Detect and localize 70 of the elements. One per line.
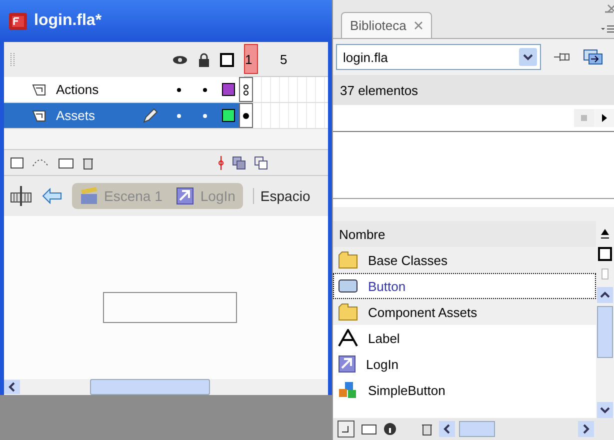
font-icon xyxy=(338,329,358,347)
vertical-scrollbar[interactable] xyxy=(597,287,613,418)
visibility-dot[interactable] xyxy=(177,88,181,92)
scroll-left-icon[interactable] xyxy=(4,380,20,394)
panel-menu-icon[interactable] xyxy=(600,24,614,34)
library-item[interactable]: Label xyxy=(333,325,596,351)
close-icon[interactable] xyxy=(607,4,614,13)
folder-icon xyxy=(338,303,358,321)
eye-icon[interactable] xyxy=(172,54,188,66)
library-item[interactable]: Component Assets xyxy=(333,299,596,325)
frame-number: 5 xyxy=(280,52,288,66)
folder-icon xyxy=(338,251,358,269)
app-logo-icon xyxy=(8,11,28,31)
scroll-thumb[interactable] xyxy=(597,306,613,358)
scroll-right-icon[interactable] xyxy=(578,421,594,437)
keyframe-cell[interactable] xyxy=(239,77,253,102)
back-arrow-icon[interactable] xyxy=(42,188,62,204)
library-dropdown[interactable]: login.fla xyxy=(336,44,541,70)
component-icon xyxy=(338,381,358,399)
library-item[interactable]: SimpleButton xyxy=(333,377,596,403)
horizontal-scrollbar[interactable] xyxy=(439,421,594,437)
layer-icon xyxy=(32,84,46,96)
lock-dot[interactable] xyxy=(203,88,207,92)
new-library-panel-icon[interactable] xyxy=(583,49,603,65)
library-tab[interactable]: Biblioteca xyxy=(341,12,432,38)
wide-view-icon[interactable] xyxy=(598,247,612,261)
scroll-down-icon[interactable] xyxy=(597,402,613,418)
close-icon[interactable] xyxy=(414,21,424,30)
play-icon[interactable] xyxy=(594,109,614,127)
item-count: 37 elementos xyxy=(333,75,614,105)
movie-clip-icon xyxy=(176,187,194,205)
keyframe-cell[interactable] xyxy=(239,103,253,128)
new-layer-icon[interactable] xyxy=(10,156,24,170)
sort-icon[interactable] xyxy=(598,227,612,241)
layer-name: Actions xyxy=(56,82,100,97)
movie-clip-icon xyxy=(338,355,356,373)
button-symbol-icon xyxy=(338,279,358,293)
rectangle-shape[interactable] xyxy=(103,292,237,323)
folder-icon[interactable] xyxy=(58,156,74,168)
horizontal-scrollbar[interactable] xyxy=(4,379,328,395)
timeline-toggle-icon[interactable] xyxy=(10,185,32,207)
clapperboard-icon xyxy=(80,187,98,205)
layer-name: Assets xyxy=(56,108,96,123)
layer-row[interactable]: Actions xyxy=(4,77,328,103)
layer-icon xyxy=(32,110,46,122)
info-icon[interactable] xyxy=(383,422,397,436)
new-symbol-icon[interactable] xyxy=(337,420,355,438)
scroll-left-icon[interactable] xyxy=(439,421,455,437)
visibility-dot[interactable] xyxy=(177,114,181,118)
lock-icon[interactable] xyxy=(198,52,210,66)
window-title: login.fla* xyxy=(34,12,102,30)
layer-color-swatch[interactable] xyxy=(222,83,235,96)
layer-row[interactable]: Assets xyxy=(4,103,328,129)
workspace-label[interactable]: Espacio xyxy=(253,188,310,204)
layer-color-swatch[interactable] xyxy=(222,109,235,122)
pin-icon[interactable] xyxy=(553,50,571,64)
lock-dot[interactable] xyxy=(203,114,207,118)
onion-outline-icon[interactable] xyxy=(254,156,268,170)
scroll-thumb[interactable] xyxy=(459,421,495,437)
playhead[interactable]: 1 xyxy=(244,44,258,74)
library-item[interactable]: Base Classes xyxy=(333,247,596,273)
scroll-thumb[interactable] xyxy=(90,379,210,395)
library-item[interactable]: LogIn xyxy=(333,351,596,377)
playhead-marker-icon[interactable] xyxy=(218,156,224,170)
new-folder-icon[interactable] xyxy=(361,423,377,435)
onion-skin-icon[interactable] xyxy=(232,156,246,170)
outline-icon[interactable] xyxy=(220,52,234,66)
column-header[interactable]: Nombre xyxy=(333,221,596,247)
grip-icon[interactable] xyxy=(10,52,16,68)
scroll-up-icon[interactable] xyxy=(597,287,613,303)
